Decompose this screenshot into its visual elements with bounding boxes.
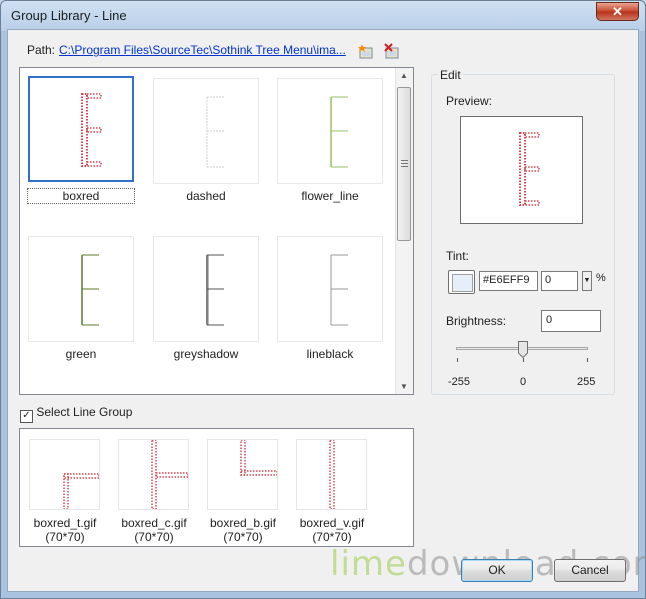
tint-swatch-fill <box>452 274 473 292</box>
ok-button[interactable]: OK <box>461 559 533 582</box>
brightness-slider-thumb[interactable] <box>518 341 528 358</box>
scale-max-label: 255 <box>577 376 596 388</box>
tint-amount-dropdown[interactable]: ▼ <box>582 271 592 291</box>
gallery-label-boxred[interactable]: boxred <box>27 188 135 204</box>
edit-legend: Edit <box>438 68 463 82</box>
lineblack-line-image <box>330 254 348 326</box>
boxred-b-image <box>240 439 278 476</box>
group-item-label: boxred_c.gif (70*70) <box>109 516 199 544</box>
green-line-image <box>81 254 99 326</box>
boxred-c-image <box>151 439 189 510</box>
gallery-label-dashed[interactable]: dashed <box>153 189 259 203</box>
preview-box <box>460 116 583 224</box>
path-link[interactable]: C:\Program Files\SourceTec\Sothink Tree … <box>59 43 346 57</box>
select-line-group-label[interactable]: Select Line Group <box>36 405 132 419</box>
group-item-size: (70*70) <box>223 530 263 544</box>
line-gallery: boxred dashed flower_line green greyshad… <box>19 67 414 395</box>
group-item-label: boxred_b.gif (70*70) <box>198 516 288 544</box>
scroll-up-icon[interactable]: ▲ <box>400 71 408 80</box>
gallery-tile-flower-line[interactable] <box>277 78 383 184</box>
chevron-down-icon: ▼ <box>583 277 591 284</box>
dashed-line-image <box>206 96 224 168</box>
preview-label: Preview: <box>446 94 493 108</box>
tint-amount-input[interactable]: 0 <box>541 271 578 291</box>
group-item-name: boxred_v.gif <box>299 516 365 530</box>
slider-tick <box>457 358 458 362</box>
thumb-grip <box>401 160 408 161</box>
gallery-tile-boxred[interactable] <box>28 76 134 182</box>
close-button[interactable]: ✕ <box>596 2 639 21</box>
boxred-v-image <box>329 439 335 510</box>
greyshadow-line-image <box>206 254 224 326</box>
gallery-tile-lineblack[interactable] <box>277 236 383 342</box>
group-item-label: boxred_t.gif (70*70) <box>20 516 110 544</box>
close-icon: ✕ <box>612 4 623 19</box>
thumb-grip <box>401 163 408 164</box>
title-bar: Group Library - Line ✕ <box>1 1 645 31</box>
gallery-label-lineblack[interactable]: lineblack <box>277 347 383 361</box>
brightness-input[interactable]: 0 <box>541 310 601 332</box>
gallery-tile-greyshadow[interactable] <box>153 236 259 342</box>
group-item-name: boxred_c.gif <box>121 516 187 530</box>
group-thumb-c[interactable] <box>118 439 189 510</box>
group-item-size: (70*70) <box>312 530 352 544</box>
group-item-name: boxred_t.gif <box>33 516 97 530</box>
select-line-group-checkbox[interactable]: ✓ <box>20 410 33 423</box>
delete-folder-icon[interactable] <box>383 43 401 61</box>
group-thumb-v[interactable] <box>296 439 367 510</box>
gallery-label-greyshadow[interactable]: greyshadow <box>153 347 259 361</box>
gallery-tile-dashed[interactable] <box>153 78 259 184</box>
group-thumb-t[interactable] <box>29 439 100 510</box>
scale-min-label: -255 <box>448 376 471 388</box>
group-thumb-b[interactable] <box>207 439 278 510</box>
scrollbar-thumb[interactable] <box>397 87 411 241</box>
add-folder-icon[interactable] <box>357 43 375 61</box>
boxred-t-image <box>63 473 100 510</box>
group-item-size: (70*70) <box>134 530 174 544</box>
select-line-group-row[interactable]: ✓ Select Line Group <box>20 405 132 423</box>
line-group-panel: boxred_t.gif (70*70) boxred_c.gif (70*70) … <box>19 428 414 547</box>
flower-line-image <box>330 96 348 168</box>
brightness-label: Brightness: <box>446 314 507 328</box>
preview-image <box>519 132 540 206</box>
tint-unit: % <box>596 272 606 284</box>
tint-label: Tint: <box>446 249 469 263</box>
gallery-tile-green[interactable] <box>28 236 134 342</box>
group-item-name: boxred_b.gif <box>209 516 277 530</box>
slider-tick <box>587 358 588 362</box>
gallery-scrollbar[interactable]: ▲ ▼ <box>395 68 413 394</box>
tint-color-button[interactable] <box>448 270 475 294</box>
gallery-label-green[interactable]: green <box>28 347 134 361</box>
path-label: Path: <box>27 43 56 57</box>
group-item-label: boxred_v.gif (70*70) <box>287 516 377 544</box>
scroll-down-icon[interactable]: ▼ <box>400 382 408 391</box>
slider-tick <box>523 358 524 362</box>
scale-mid-label: 0 <box>520 376 527 388</box>
boxred-line-image <box>81 93 102 167</box>
cancel-button[interactable]: Cancel <box>554 559 626 582</box>
tint-hex-input[interactable]: #E6EFF9 <box>479 271 538 291</box>
group-item-size: (70*70) <box>45 530 85 544</box>
gallery-label-flower-line[interactable]: flower_line <box>277 189 383 203</box>
window-title: Group Library - Line <box>11 8 127 23</box>
thumb-grip <box>401 166 408 167</box>
